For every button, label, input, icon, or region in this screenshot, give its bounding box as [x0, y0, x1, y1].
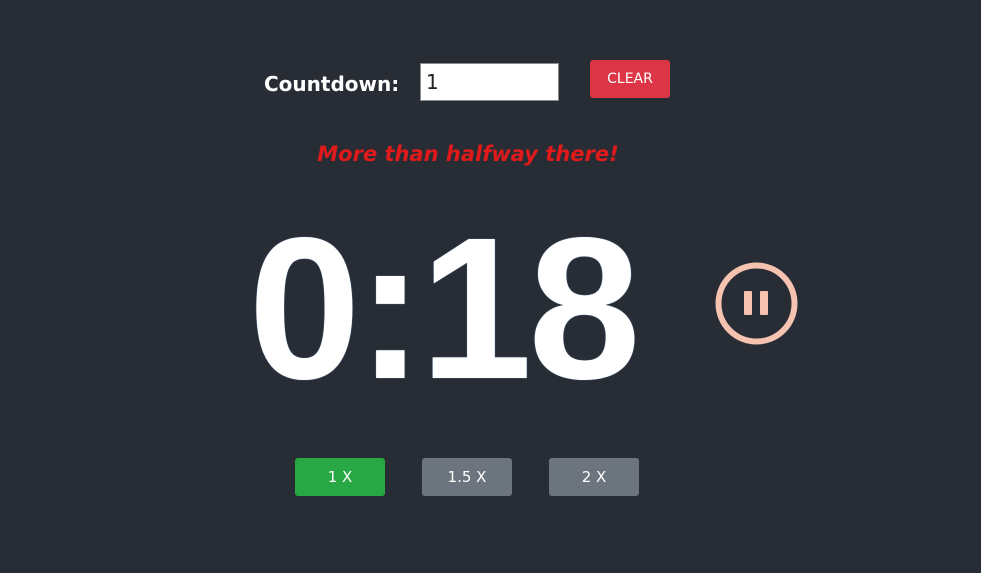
countdown-label: Countdown: — [264, 72, 400, 96]
clear-button[interactable]: CLEAR — [590, 60, 670, 98]
pause-button[interactable] — [714, 261, 799, 346]
speed-1x-button[interactable]: 1 X — [295, 458, 385, 496]
countdown-app: Countdown: CLEAR More than halfway there… — [0, 0, 981, 573]
time-display: 0:18 — [248, 195, 640, 421]
speed-1-5x-button[interactable]: 1.5 X — [422, 458, 512, 496]
speed-2x-button[interactable]: 2 X — [549, 458, 639, 496]
countdown-minutes-input[interactable] — [420, 63, 559, 101]
pause-icon — [715, 262, 798, 345]
status-message: More than halfway there! — [317, 142, 619, 166]
